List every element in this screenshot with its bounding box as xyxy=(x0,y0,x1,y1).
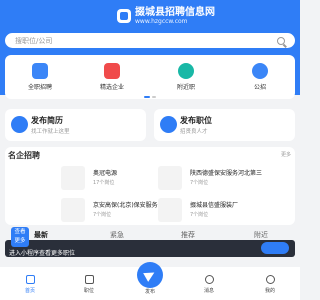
site-name: 掇城县招聘信息网 xyxy=(135,7,215,18)
nav-post-label: 发布 xyxy=(144,289,155,295)
user-icon xyxy=(265,275,275,284)
briefcase-icon xyxy=(32,63,48,79)
banner-text: 进入小程序查看更多职位 xyxy=(9,250,76,257)
tab-latest[interactable]: 最新 xyxy=(34,230,48,240)
more-link[interactable]: 更多 xyxy=(281,151,291,158)
company-logo xyxy=(61,198,85,222)
carousel-indicator xyxy=(144,96,158,98)
clock-icon xyxy=(178,63,194,79)
message-icon xyxy=(204,275,214,284)
quick-label: 附近职 xyxy=(176,84,195,91)
quick-label: 精选企业 xyxy=(99,84,124,91)
post-resume-card[interactable]: 发布简历 找工作就上这里 xyxy=(5,109,146,141)
quick-public-recruit[interactable]: 公招 xyxy=(230,63,290,91)
search-placeholder: 搜职位/公司 xyxy=(15,36,53,45)
carousel-dot-active xyxy=(144,96,150,98)
people-icon xyxy=(252,63,268,79)
company-job-count: 7个岗位 xyxy=(93,212,112,218)
famous-companies-section: 名企招聘 更多 奥冠电源 17个岗位 陕西德盛保安服务河北第三 7个岗位 京安高… xyxy=(5,147,295,225)
company-job-count: 7个岗位 xyxy=(190,180,209,186)
carousel-dot xyxy=(152,96,156,98)
company-name: 掇城县信盛服装厂 xyxy=(190,202,239,209)
post-job-card[interactable]: 发布职位 招贤良人才 xyxy=(154,109,295,141)
company-job-count: 17个岗位 xyxy=(93,180,115,186)
company-item[interactable]: 掇城县信盛服装厂 7个岗位 xyxy=(158,197,298,223)
company-job-count: 7个岗位 xyxy=(190,212,209,218)
nav-messages[interactable]: 消息 xyxy=(189,275,229,294)
tab-nearby[interactable]: 附近 xyxy=(254,230,268,240)
quick-entry-panel: 全职招聘 精选企业 附近职 公招 xyxy=(5,55,295,99)
card-title: 发布职位 xyxy=(180,116,212,125)
site-domain: www.hzgccw.com xyxy=(135,18,188,25)
company-name: 奥冠电源 xyxy=(93,170,118,177)
quick-label: 公招 xyxy=(253,84,266,91)
bag-icon xyxy=(84,275,94,284)
quick-nearby[interactable]: 附近职 xyxy=(156,63,216,91)
nav-label: 消息 xyxy=(203,288,214,294)
card-subtitle: 找工作就上这里 xyxy=(31,129,70,135)
view-more-badge[interactable]: 查看 更多 xyxy=(11,227,29,247)
tab-urgent[interactable]: 紧急 xyxy=(110,230,124,240)
company-name: 陕西德盛保安服务河北第三 xyxy=(190,170,263,177)
quick-featured-companies[interactable]: 精选企业 xyxy=(82,63,142,91)
search-bar[interactable]: 搜职位/公司 xyxy=(5,33,295,48)
home-icon xyxy=(25,275,35,284)
nav-label: 我的 xyxy=(264,288,275,294)
company-logo xyxy=(61,166,85,190)
nav-me[interactable]: 我的 xyxy=(250,275,290,294)
building-icon xyxy=(104,63,120,79)
badge-line: 更多 xyxy=(14,238,26,244)
resume-icon xyxy=(11,116,28,133)
badge-line: 查看 xyxy=(14,229,26,235)
logo-icon xyxy=(117,9,131,23)
section-title: 名企招聘 xyxy=(8,151,40,160)
nav-label: 职位 xyxy=(83,288,94,294)
nav-label: 首页 xyxy=(24,288,35,294)
tab-recommended[interactable]: 推荐 xyxy=(181,230,195,240)
job-icon xyxy=(160,116,177,133)
company-logo xyxy=(158,166,182,190)
search-icon[interactable] xyxy=(277,36,285,45)
card-title: 发布简历 xyxy=(31,116,63,125)
company-item[interactable]: 陕西德盛保安服务河北第三 7个岗位 xyxy=(158,165,298,191)
company-name: 京安高保(北京)保安服务 xyxy=(93,202,158,209)
mini-program-banner[interactable]: 查看 更多 进入小程序查看更多职位 xyxy=(5,227,295,257)
job-filter-tabs: 最新 紧急 推荐 附近 xyxy=(0,229,300,239)
company-logo xyxy=(158,198,182,222)
card-subtitle: 招贤良人才 xyxy=(180,129,208,135)
banner-action-button[interactable] xyxy=(261,242,289,254)
send-icon[interactable] xyxy=(137,262,163,288)
site-logo[interactable]: 掇城县招聘信息网 www.hzgccw.com xyxy=(117,4,215,28)
quick-label: 全职招聘 xyxy=(27,84,52,91)
quick-fulltime[interactable]: 全职招聘 xyxy=(10,63,70,91)
nav-home[interactable]: 首页 xyxy=(10,275,50,294)
nav-jobs[interactable]: 职位 xyxy=(69,275,109,294)
